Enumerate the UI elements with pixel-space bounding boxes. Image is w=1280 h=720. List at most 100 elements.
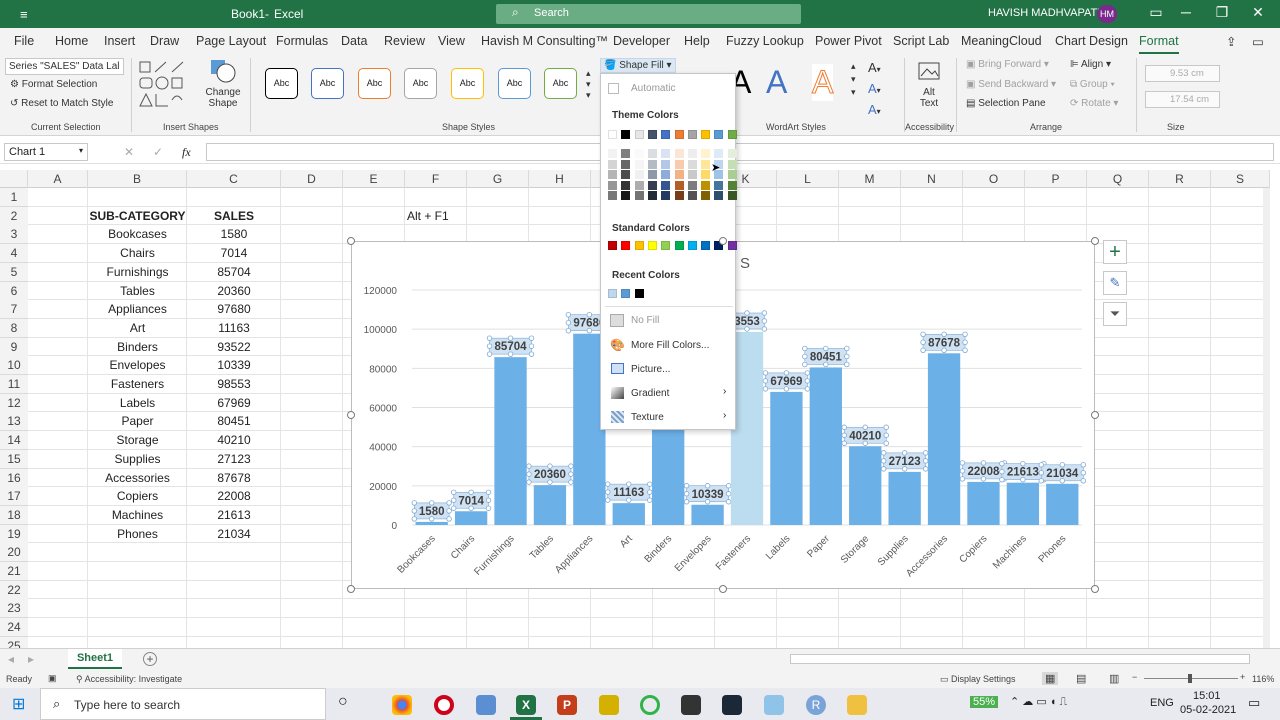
zoom-level[interactable]: 116% (1252, 674, 1274, 684)
cell-subcategory[interactable]: Copiers (88, 487, 187, 506)
tab-help[interactable]: Help (684, 34, 710, 48)
resize-handle[interactable] (1091, 585, 1099, 593)
cell-sales[interactable]: 85704 (187, 263, 281, 282)
next-sheet-icon[interactable]: ▸ (28, 652, 34, 666)
label-handle[interactable] (761, 326, 768, 332)
row-header-5[interactable]: 5 (0, 262, 28, 282)
shape-style-7[interactable]: Abc (544, 68, 577, 99)
label-handle[interactable] (451, 497, 457, 503)
label-handle[interactable] (922, 466, 929, 472)
standard-color-swatch[interactable] (674, 241, 684, 250)
page-layout-view-icon[interactable]: ▤ (1076, 672, 1086, 685)
label-handle[interactable] (920, 339, 926, 345)
label-handle[interactable] (762, 370, 769, 376)
label-handle[interactable] (761, 310, 768, 316)
bar-tables[interactable] (533, 485, 567, 525)
theme-shade-swatch[interactable] (687, 180, 697, 190)
theme-shade-swatch[interactable] (621, 159, 631, 169)
row-header-10[interactable]: 10 (0, 356, 28, 376)
shape-style-3[interactable]: Abc (358, 68, 391, 99)
tray-icons[interactable]: ⌃ ☁ ▭ ◖ ⎍ (1010, 695, 1067, 709)
shape-style-5[interactable]: Abc (451, 68, 484, 99)
row-header-7[interactable]: 7 (0, 300, 28, 320)
theme-shade-swatch[interactable] (674, 159, 684, 169)
cell-subcategory[interactable]: Accessories (88, 469, 187, 488)
label-handle[interactable] (959, 468, 966, 474)
label-handle[interactable] (429, 500, 435, 506)
select-all-corner[interactable] (0, 170, 28, 188)
theme-shade-swatch[interactable] (608, 159, 617, 169)
label-handle[interactable] (486, 343, 493, 349)
theme-shade-swatch[interactable] (634, 180, 644, 190)
label-handle[interactable] (568, 479, 574, 485)
label-handle[interactable] (528, 335, 535, 341)
cell-sales[interactable]: 98553 (187, 375, 281, 394)
recent-color-swatch[interactable] (608, 289, 617, 298)
chart-title[interactable]: S (740, 255, 750, 272)
theme-shade-swatch[interactable] (687, 191, 697, 201)
label-handle[interactable] (411, 516, 418, 522)
theme-shade-swatch[interactable] (661, 149, 671, 158)
theme-shade-swatch[interactable] (621, 149, 631, 158)
wordart-style-3[interactable]: A (811, 64, 834, 101)
label-handle[interactable] (565, 312, 572, 318)
tab-draw[interactable]: Draw (150, 34, 179, 48)
cortana-icon[interactable]: ○ (338, 693, 348, 711)
column-header-O[interactable]: O (963, 170, 1025, 188)
label-handle[interactable] (959, 476, 966, 482)
label-handle[interactable] (528, 343, 535, 349)
cell-subcategory[interactable]: Appliances (88, 300, 187, 319)
label-handle[interactable] (547, 463, 553, 469)
tab-script-lab[interactable]: Script Lab (893, 34, 949, 48)
cell-sales[interactable]: 10339 (187, 356, 281, 375)
theme-shade-swatch[interactable] (674, 180, 684, 190)
steam-icon[interactable] (722, 695, 742, 715)
row-header-2[interactable]: 2 (0, 206, 28, 226)
text-outline-icon[interactable]: A▾ (868, 79, 881, 100)
theme-shade-swatch[interactable] (727, 149, 737, 158)
opera-icon[interactable] (434, 695, 454, 715)
data-label[interactable]: 10339 (692, 489, 724, 501)
r-icon[interactable]: R (806, 695, 826, 715)
column-header-E[interactable]: E (343, 170, 405, 188)
bar-copiers[interactable] (967, 481, 1000, 525)
theme-shade-swatch[interactable] (608, 180, 617, 190)
theme-shade-swatch[interactable] (674, 191, 684, 201)
label-handle[interactable] (568, 471, 574, 477)
label-handle[interactable] (962, 339, 968, 345)
theme-shade-swatch[interactable] (621, 191, 631, 201)
label-handle[interactable] (446, 516, 452, 522)
row-header-3[interactable]: 3 (0, 225, 28, 245)
search-box[interactable]: ⌕ Search (496, 4, 801, 24)
theme-shade-swatch[interactable] (647, 149, 657, 158)
column-header-C[interactable]: C (187, 170, 281, 188)
label-handle[interactable] (901, 450, 908, 456)
label-handle[interactable] (883, 432, 889, 438)
label-handle[interactable] (962, 347, 968, 353)
wordart-style-2[interactable]: A (766, 64, 787, 101)
cell-sales[interactable]: 87678 (187, 469, 281, 488)
cell-sales[interactable]: 1580 (187, 225, 281, 244)
data-label[interactable]: 87678 (928, 337, 961, 349)
clock-date[interactable]: 05-02-2021 (1180, 704, 1236, 716)
battery-indicator[interactable]: 55% (970, 696, 999, 708)
tab-chart-design[interactable]: Chart Design (1055, 34, 1128, 48)
theme-shade-swatch[interactable] (634, 149, 644, 158)
data-label[interactable]: 21034 (1046, 468, 1079, 480)
picture-option[interactable]: Picture... (631, 364, 670, 375)
theme-shade-swatch[interactable] (608, 191, 617, 201)
cell-sales[interactable]: 93522 (187, 338, 281, 357)
zoom-slider-thumb[interactable] (1188, 674, 1192, 683)
chrome-icon[interactable] (392, 695, 412, 715)
ribbon-display-icon[interactable]: ▭ (1144, 4, 1168, 21)
row-header-24[interactable]: 24 (0, 618, 28, 638)
label-handle[interactable] (804, 378, 811, 384)
theme-shade-swatch[interactable] (674, 149, 684, 158)
column-header-H[interactable]: H (529, 170, 591, 188)
theme-color-swatch[interactable] (647, 130, 657, 139)
label-handle[interactable] (823, 345, 829, 352)
formula-input[interactable] (206, 143, 1274, 161)
cell-subcategory[interactable]: Paper (88, 412, 187, 431)
theme-shade-swatch[interactable] (634, 170, 644, 180)
more-fill-colors-option[interactable]: More Fill Colors... (631, 340, 709, 351)
